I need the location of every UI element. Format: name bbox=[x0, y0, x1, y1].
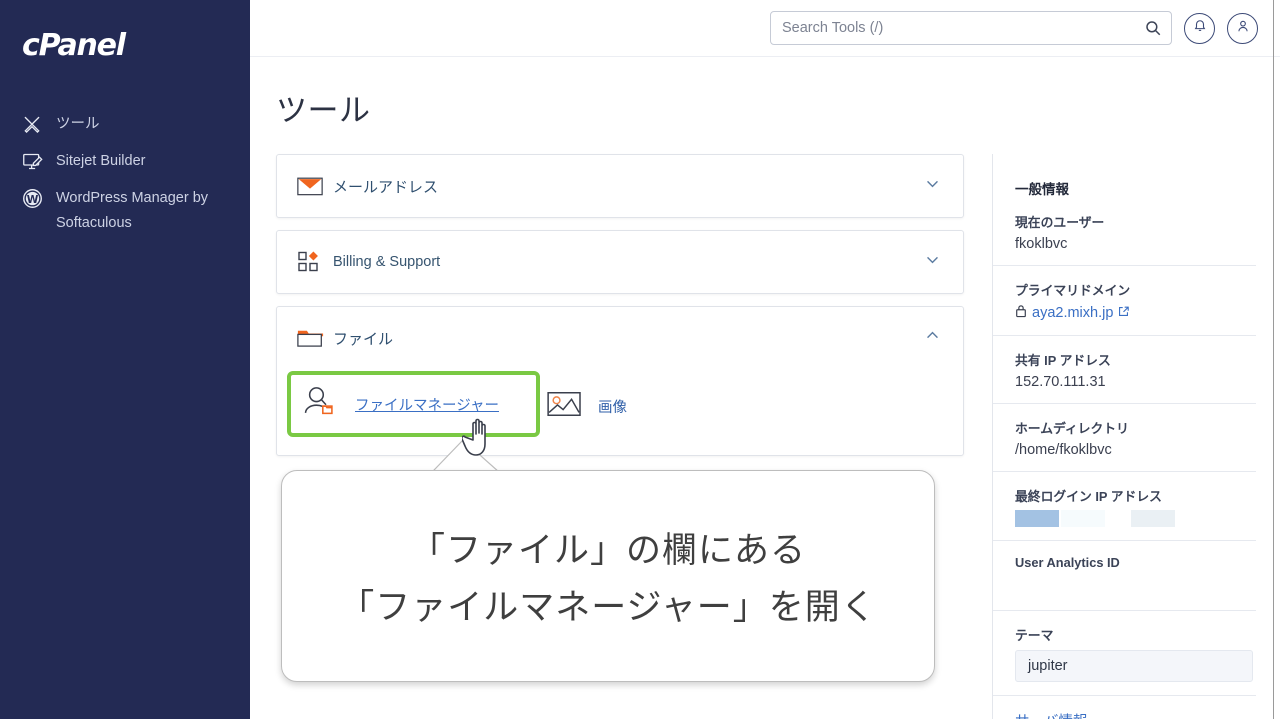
redaction-block bbox=[1061, 510, 1105, 527]
redaction-block bbox=[1015, 510, 1059, 527]
sidebar-item-tools[interactable]: ツール bbox=[0, 106, 250, 143]
section-billing-support: Billing & Support bbox=[276, 230, 964, 294]
tile-file-manager[interactable]: ファイルマネージャー bbox=[287, 371, 540, 437]
chevron-down-icon[interactable] bbox=[924, 251, 941, 273]
callout-line-2: 「ファイルマネージャー」を開く bbox=[339, 588, 877, 628]
panel-row-current-user: 現在のユーザー fkoklbvc bbox=[993, 198, 1256, 266]
mouse-cursor-pointer bbox=[461, 416, 496, 463]
row-label: 最終ログイン IP アドレス bbox=[1015, 489, 1162, 504]
chevron-down-icon[interactable] bbox=[924, 175, 941, 197]
sections-column: メールアドレス Billing & Support ファイル ファイルマネージャ… bbox=[250, 154, 990, 468]
section-email-header[interactable]: メールアドレス bbox=[277, 155, 963, 217]
cpanel-logo-text: cPanel bbox=[22, 28, 126, 63]
svg-text:W: W bbox=[27, 194, 39, 206]
row-label: 共有 IP アドレス bbox=[1015, 353, 1111, 368]
row-value: fkoklbvc bbox=[1015, 236, 1068, 252]
row-value-container[interactable]: aya2.mixh.jp bbox=[1015, 304, 1234, 322]
grid-diamond-icon bbox=[297, 250, 333, 274]
row-label: テーマ bbox=[1015, 628, 1054, 643]
section-title: メールアドレス bbox=[333, 178, 439, 196]
envelope-icon bbox=[297, 175, 333, 197]
tools-icon bbox=[22, 112, 44, 137]
user-folder-icon bbox=[301, 385, 341, 423]
sidebar-item-label: Sitejet Builder bbox=[56, 153, 146, 169]
server-info-link[interactable]: サーバ情報 bbox=[1015, 710, 1234, 719]
tile-label: 画像 bbox=[598, 399, 627, 416]
row-value: /home/fkoklbvc bbox=[1015, 442, 1112, 458]
window-right-border bbox=[1273, 0, 1274, 719]
sidebar-nav: ツール Sitejet Builder W WordPress Manager … bbox=[0, 106, 250, 242]
sidebar-item-label: WordPress Manager by Softaculous bbox=[56, 190, 209, 231]
panel-heading: 一般情報 bbox=[1015, 182, 1069, 197]
row-label: 現在のユーザー bbox=[1015, 215, 1105, 230]
row-label: プライマリドメイン bbox=[1015, 283, 1131, 298]
bell-icon bbox=[1193, 19, 1207, 38]
panel-row-shared-ip: 共有 IP アドレス 152.70.111.31 bbox=[993, 336, 1256, 404]
search-input[interactable] bbox=[770, 11, 1172, 45]
account-button[interactable] bbox=[1227, 12, 1258, 44]
instruction-callout: 「ファイル」の欄にある 「ファイルマネージャー」を開く bbox=[281, 470, 935, 682]
tile-label: ファイルマネージャー bbox=[355, 397, 499, 414]
section-billing-header[interactable]: Billing & Support bbox=[277, 231, 963, 293]
redaction-block bbox=[1107, 510, 1129, 527]
image-icon bbox=[546, 389, 584, 423]
panel-row-primary-domain: プライマリドメイン aya2.mixh.jp bbox=[993, 266, 1256, 336]
topbar bbox=[250, 0, 1280, 57]
chevron-up-icon[interactable] bbox=[924, 327, 941, 349]
row-label: ホームディレクトリ bbox=[1015, 421, 1129, 436]
row-label: User Analytics ID bbox=[1015, 555, 1120, 570]
panel-row-theme: テーマ jupiter bbox=[993, 611, 1256, 696]
tile-images[interactable]: 画像 bbox=[540, 375, 790, 437]
theme-select[interactable]: jupiter bbox=[1015, 650, 1253, 682]
section-title: ファイル bbox=[333, 330, 394, 348]
panel-row-home-directory: ホームディレクトリ /home/fkoklbvc bbox=[993, 404, 1256, 472]
cpanel-logo[interactable]: cPanel bbox=[0, 22, 250, 78]
folder-icon bbox=[297, 327, 333, 349]
sidebar-item-sitejet-builder[interactable]: Sitejet Builder bbox=[0, 143, 250, 180]
search-container bbox=[770, 11, 1172, 45]
sidebar-item-wordpress-manager[interactable]: W WordPress Manager by Softaculous bbox=[0, 180, 250, 242]
sidebar-item-label: ツール bbox=[56, 116, 100, 132]
general-information-panel: 一般情報 現在のユーザー fkoklbvc プライマリドメイン aya2.mix… bbox=[992, 154, 1256, 719]
redacted-value bbox=[1015, 510, 1234, 527]
user-icon bbox=[1236, 19, 1250, 38]
lock-icon bbox=[1015, 304, 1027, 322]
redaction-block bbox=[1131, 510, 1175, 527]
page-title: ツール bbox=[276, 93, 371, 128]
section-files-header[interactable]: ファイル bbox=[277, 307, 963, 369]
sidebar: cPanel ツール Sitejet Builder W WordPress M… bbox=[0, 0, 250, 719]
monitor-pencil-icon bbox=[22, 149, 44, 174]
primary-domain-link[interactable]: aya2.mixh.jp bbox=[1032, 305, 1113, 321]
wordpress-icon: W bbox=[22, 186, 44, 211]
external-link-icon bbox=[1118, 305, 1130, 321]
section-email: メールアドレス bbox=[276, 154, 964, 218]
panel-row-user-analytics-id: User Analytics ID bbox=[993, 541, 1256, 611]
file-tools-grid: ファイルマネージャー 画像 bbox=[277, 369, 963, 455]
callout-line-1: 「ファイル」の欄にある bbox=[409, 531, 806, 571]
cpanel-app: cPanel ツール Sitejet Builder W WordPress M… bbox=[0, 0, 1280, 719]
row-value: 152.70.111.31 bbox=[1015, 374, 1106, 390]
row-value bbox=[1015, 575, 1234, 597]
section-title: Billing & Support bbox=[333, 254, 441, 270]
panel-row-last-login-ip: 最終ログイン IP アドレス bbox=[993, 472, 1256, 541]
panel-row-server-info: サーバ情報 bbox=[993, 696, 1256, 719]
notifications-button[interactable] bbox=[1184, 12, 1215, 44]
section-files: ファイル ファイルマネージャー 画像 bbox=[276, 306, 964, 456]
